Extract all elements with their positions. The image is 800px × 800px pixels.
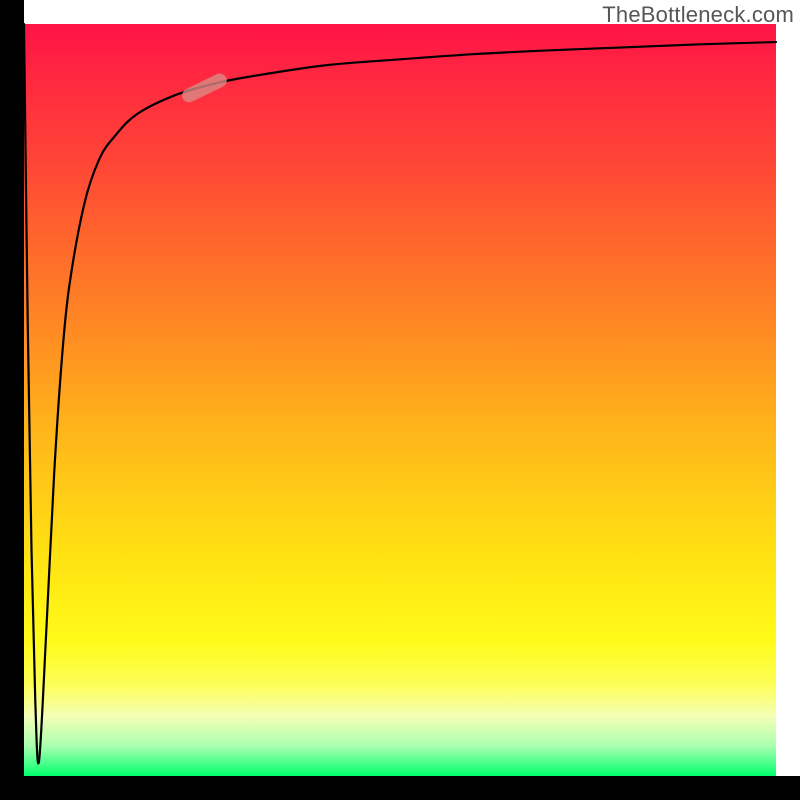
chart-stage: TheBottleneck.com: [0, 0, 800, 800]
y-axis: [0, 0, 24, 800]
x-axis: [0, 776, 800, 800]
curve-layer: [24, 24, 776, 776]
watermark-text: TheBottleneck.com: [602, 2, 794, 28]
curve-marker: [180, 71, 229, 105]
bottleneck-curve: [24, 24, 776, 763]
